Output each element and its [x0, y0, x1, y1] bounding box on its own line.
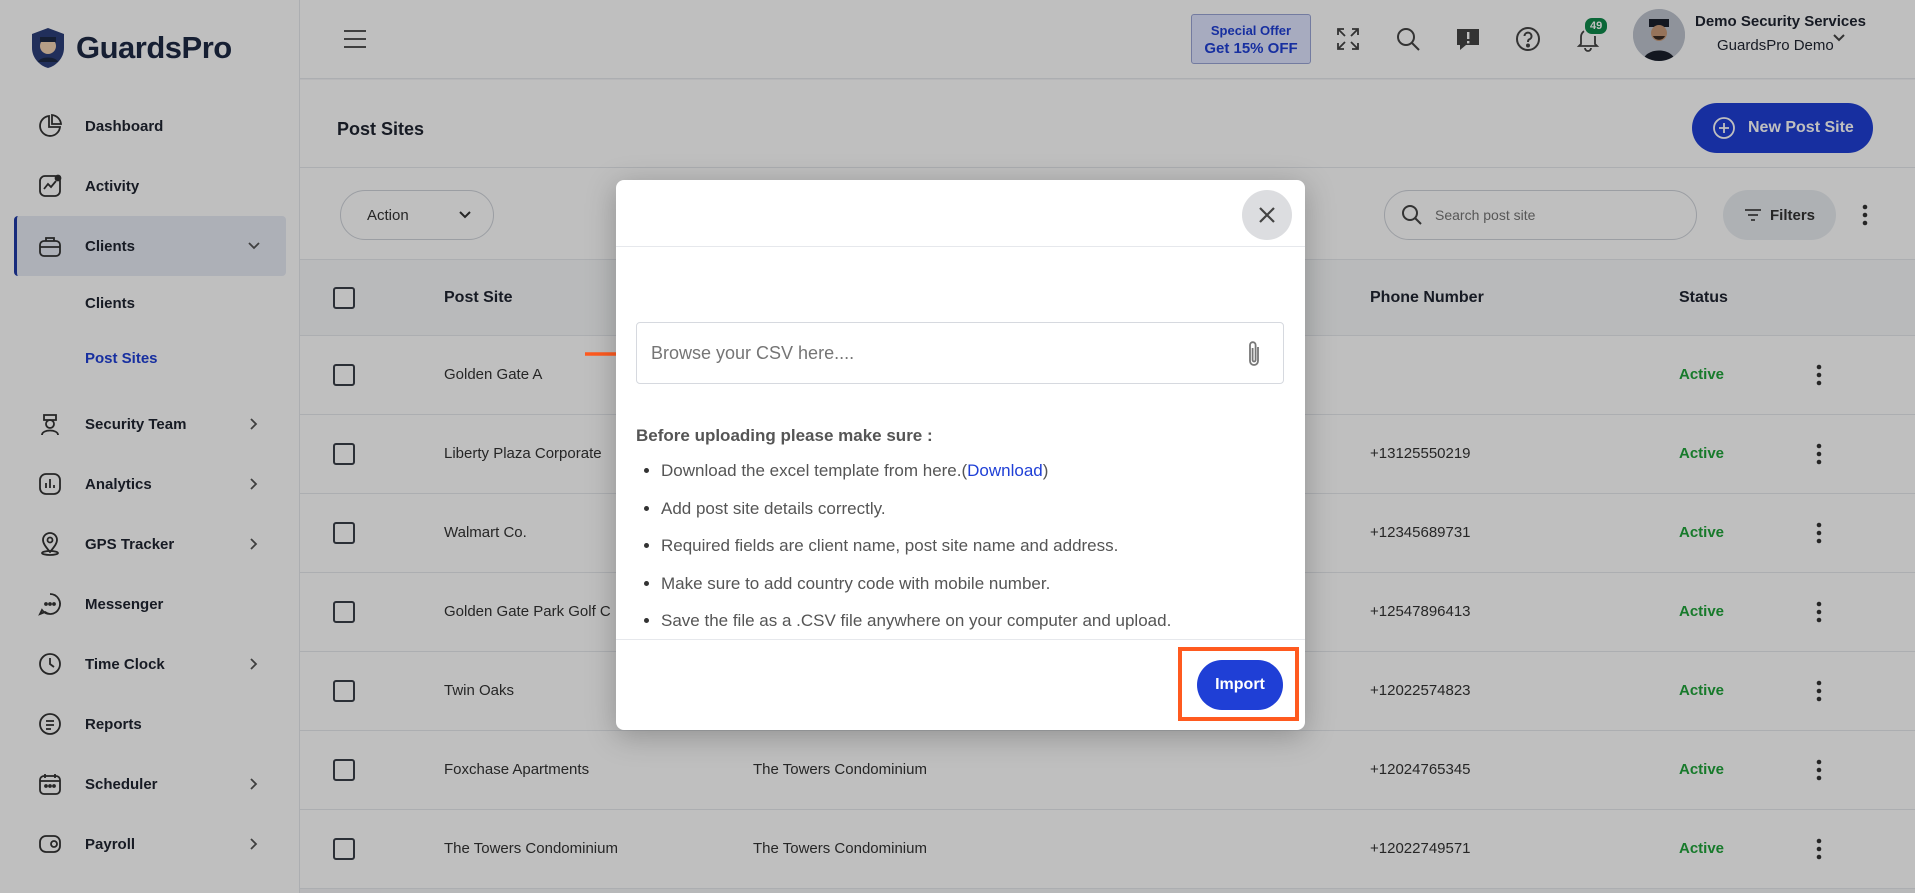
import-csv-modal: Before uploading please make sure : Down… [616, 180, 1305, 730]
csv-upload-field[interactable] [636, 322, 1284, 384]
instructions-title: Before uploading please make sure : [636, 426, 933, 445]
list-item: Save the file as a .CSV file anywhere on… [661, 602, 1171, 640]
import-button[interactable]: Import [1197, 660, 1283, 710]
instruction-text: Add post site details correctly. [661, 498, 886, 518]
close-icon [1259, 207, 1275, 223]
instructions-list: Download the excel template from here.(D… [661, 452, 1171, 640]
list-item: Add post site details correctly. [661, 490, 1171, 528]
instruction-text: Save the file as a .CSV file anywhere on… [661, 611, 1172, 630]
instruction-text: Make sure to add country code with mobil… [661, 573, 1051, 593]
paperclip-icon[interactable] [1245, 339, 1263, 374]
instruction-text: Required fields are client name, post si… [661, 536, 1119, 555]
close-button[interactable] [1242, 190, 1292, 240]
list-item: Required fields are client name, post si… [661, 527, 1171, 565]
download-template-link[interactable]: Download [967, 461, 1043, 480]
instruction-text: Download the excel template from here.( [661, 461, 968, 480]
modal-header [616, 180, 1305, 247]
csv-file-input[interactable] [651, 342, 1211, 364]
list-item: Download the excel template from here.(D… [661, 452, 1171, 490]
instruction-text: ) [1042, 461, 1049, 480]
list-item: Make sure to add country code with mobil… [661, 565, 1171, 603]
modal-footer-divider [616, 639, 1305, 640]
